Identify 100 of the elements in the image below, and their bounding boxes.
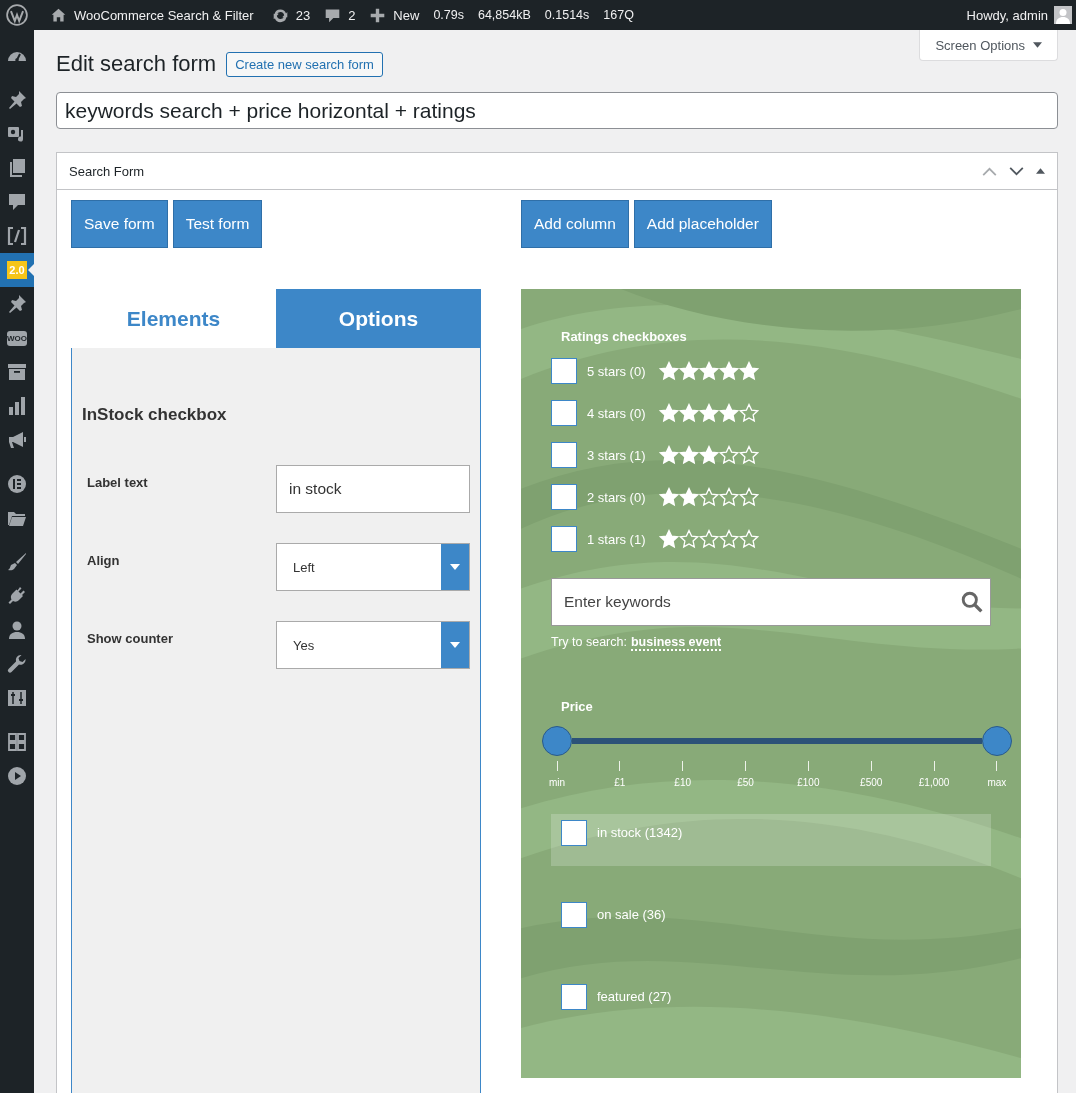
- postbox-title: Search Form: [69, 163, 145, 179]
- checkbox-label: on sale (36): [597, 906, 666, 922]
- caret-icon: [1033, 42, 1042, 48]
- checkbox[interactable]: [551, 358, 577, 384]
- star-icon: [738, 403, 759, 423]
- tick-mark: [933, 761, 935, 771]
- site-name-link[interactable]: WooCommerce Search & Filter: [50, 6, 254, 24]
- wordpress-logo-icon[interactable]: [6, 4, 28, 26]
- add-column-button[interactable]: Add column: [521, 200, 629, 248]
- star-icon: [678, 487, 699, 507]
- slider-handle[interactable]: [542, 726, 572, 756]
- title-field[interactable]: keywords search + price horizontal + ratings: [56, 92, 1058, 129]
- star-icon: [678, 445, 699, 465]
- section-title: Ratings checkboxes: [560, 329, 688, 344]
- checkbox[interactable]: [561, 902, 587, 928]
- star-icon: [698, 361, 719, 381]
- star-icon: [738, 361, 759, 381]
- star-icon: [658, 361, 679, 381]
- slider-handle[interactable]: [982, 726, 1012, 756]
- grid-icon: [7, 732, 27, 752]
- star-icon: [718, 361, 739, 381]
- star-icon: [658, 403, 679, 423]
- star-icon: [698, 487, 719, 507]
- select-dropdown[interactable]: Yes: [276, 621, 470, 669]
- checkbox[interactable]: [551, 400, 577, 426]
- archive-icon: [7, 362, 27, 382]
- user-icon: [7, 620, 27, 640]
- checkbox[interactable]: [551, 526, 577, 552]
- new-content-link[interactable]: New: [369, 6, 420, 24]
- pin-icon: [7, 294, 27, 314]
- field-label: Label text: [86, 474, 148, 490]
- tick-label: £50: [737, 777, 754, 788]
- star-icon: [738, 529, 759, 549]
- select-dropdown[interactable]: Left: [276, 543, 470, 591]
- create-form-button[interactable]: Create new search form: [226, 51, 383, 77]
- move-down-icon[interactable]: [1009, 166, 1024, 176]
- tick-label: £1,000: [918, 777, 950, 788]
- megaphone-icon: [7, 430, 27, 450]
- wrench-icon: [7, 654, 27, 674]
- checkbox-label: in stock (1342): [597, 824, 683, 840]
- search-icon: [961, 591, 983, 613]
- tick-mark: [870, 761, 872, 771]
- plug-icon: [7, 586, 27, 606]
- star-icon: [658, 529, 679, 549]
- star-icon: [718, 445, 739, 465]
- checkbox[interactable]: [561, 984, 587, 1010]
- tick-label: £500: [860, 777, 883, 788]
- woo-badge: WOO: [7, 330, 27, 346]
- field-label: Align: [86, 552, 120, 568]
- avatar-icon: [1054, 6, 1072, 24]
- tick-label: £1: [614, 777, 626, 788]
- field-label: Show counter: [86, 630, 173, 646]
- checkbox-label: 1 stars (1): [587, 531, 646, 547]
- tick-mark: [745, 761, 747, 771]
- label-text-field[interactable]: in stock: [276, 465, 470, 513]
- star-icon: [678, 361, 699, 381]
- search-field[interactable]: Enter keywords: [551, 578, 991, 626]
- section-heading: InStock checkbox: [82, 404, 228, 425]
- updates-link[interactable]: 23: [271, 6, 311, 24]
- play-icon: [7, 766, 27, 786]
- debug-stat: 167Q: [603, 8, 634, 22]
- save-form-button[interactable]: Save form: [71, 200, 168, 248]
- star-icon: [718, 487, 739, 507]
- comments-link[interactable]: 2: [324, 6, 356, 24]
- star-icon: [698, 445, 719, 465]
- bar-chart-icon: [7, 396, 27, 416]
- home-icon: [50, 6, 67, 24]
- tick-mark: [682, 761, 684, 771]
- collapse-icon[interactable]: [1036, 168, 1045, 174]
- star-icon: [718, 403, 739, 423]
- checkbox-label: 5 stars (0): [587, 363, 646, 379]
- tick-label: £100: [797, 777, 820, 788]
- test-form-button[interactable]: Test form: [172, 200, 263, 248]
- debug-stat: 64,854kB: [477, 8, 531, 22]
- checkbox[interactable]: [551, 442, 577, 468]
- checkbox-label: 2 stars (0): [587, 489, 646, 505]
- account-link[interactable]: Howdy, admin: [966, 6, 1072, 24]
- tab[interactable]: Options: [276, 289, 481, 348]
- checkbox[interactable]: [551, 484, 577, 510]
- add-placeholder-button[interactable]: Add placeholder: [633, 200, 772, 248]
- tick-mark: [556, 761, 558, 771]
- sliders-icon: [7, 688, 27, 708]
- tick-label: £10: [674, 777, 692, 788]
- star-icon: [738, 445, 759, 465]
- plus-icon: [369, 6, 387, 24]
- checkbox[interactable]: [561, 820, 587, 846]
- menu-item[interactable]: WOO: [0, 321, 34, 355]
- star-icon: [658, 445, 679, 465]
- star-icon: [698, 403, 719, 423]
- screen-options-button[interactable]: Screen Options: [919, 30, 1058, 61]
- star-icon: [698, 529, 719, 549]
- tick-mark: [996, 761, 998, 771]
- brush-icon: [7, 552, 27, 572]
- hint-text: Try to search:: [551, 635, 627, 651]
- checkbox-label: featured (27): [597, 988, 672, 1004]
- star-icon: [738, 487, 759, 507]
- debug-stat: 0.79s: [433, 8, 464, 22]
- checkbox-label: 4 stars (0): [587, 405, 646, 421]
- tick-mark: [807, 761, 809, 771]
- tick-mark: [619, 761, 621, 771]
